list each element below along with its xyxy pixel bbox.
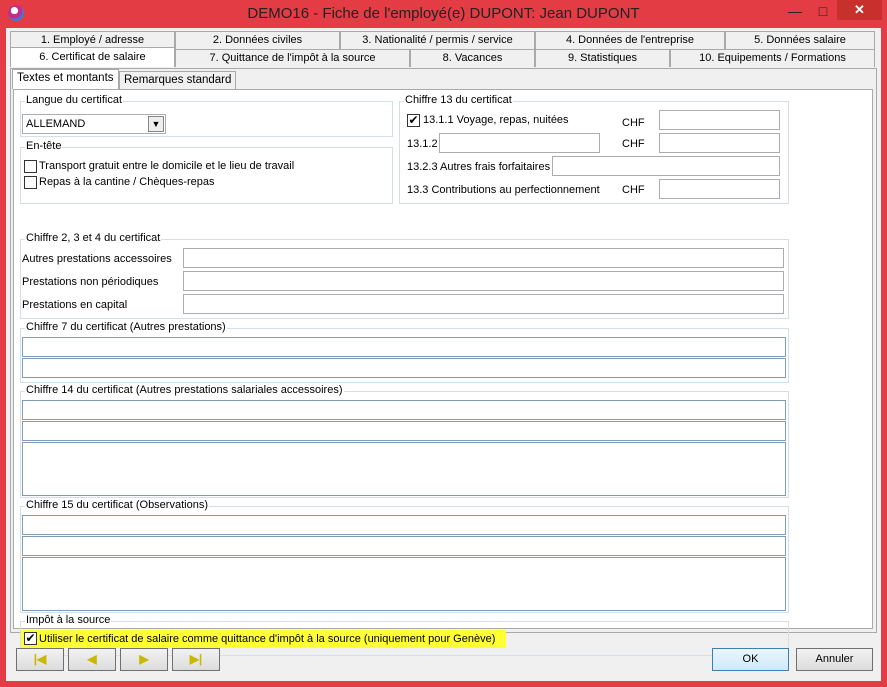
prestations-capital-label: Prestations en capital	[22, 299, 128, 311]
subtab-pane: Langue du certificat ALLEMAND ▼ En-tête …	[13, 89, 873, 656]
chiffre13-r1-checkbox[interactable]: ✔	[407, 114, 420, 127]
prestations-capital-input[interactable]	[183, 294, 784, 314]
chiffre13-r1-label: 13.1.1 Voyage, repas, nuitées	[423, 114, 569, 126]
impot-option-label: Utiliser le certificat de salaire comme …	[39, 633, 496, 645]
langue-value: ALLEMAND	[26, 118, 86, 130]
tab-vacances[interactable]: 8. Vacances	[410, 49, 535, 67]
group-chiffre234: Chiffre 2, 3 et 4 du certificat Autres p…	[20, 232, 789, 319]
subtab-textes-montants[interactable]: Textes et montants	[12, 69, 119, 89]
chiffre14-label: Chiffre 14 du certificat (Autres prestat…	[25, 384, 344, 396]
chiffre13-r3-label: 13.2.3 Autres frais forfaitaires	[407, 161, 551, 173]
group-chiffre13: Chiffre 13 du certificat ✔ 13.1.1 Voyage…	[399, 94, 789, 204]
tab-donnees-salaire[interactable]: 5. Données salaire	[725, 31, 875, 49]
title-bar: DEMO16 - Fiche de l'employé(e) DUPONT: J…	[0, 0, 887, 28]
prestations-non-periodiques-label: Prestations non périodiques	[22, 276, 159, 288]
chiffre14-line2[interactable]	[22, 421, 786, 441]
impot-checkbox[interactable]: ✔	[24, 632, 37, 645]
chiffre13-r2-label: 13.1.2	[407, 138, 438, 150]
subtab-remarques[interactable]: Remarques standard	[119, 71, 237, 89]
chiffre15-line2[interactable]	[22, 536, 786, 556]
group-chiffre14: Chiffre 14 du certificat (Autres prestat…	[20, 384, 789, 498]
chf-label-2: CHF	[622, 138, 645, 150]
tab-quittance-impot[interactable]: 7. Quittance de l'impôt à la source	[175, 49, 410, 67]
chevron-down-icon[interactable]: ▼	[148, 116, 164, 132]
tab-row-2: 6. Certificat de salaire 7. Quittance de…	[10, 47, 875, 67]
entete-repas-label: Repas à la cantine / Chèques-repas	[39, 176, 215, 188]
chiffre13-label: Chiffre 13 du certificat	[404, 94, 513, 106]
chiffre13-r3-text[interactable]	[552, 156, 780, 176]
dialog-client: 1. Employé / adresse 2. Données civiles …	[6, 28, 881, 681]
chiffre15-text[interactable]	[22, 557, 786, 611]
tab-statistiques[interactable]: 9. Statistiques	[535, 49, 670, 67]
chiffre13-r2-text[interactable]	[439, 133, 600, 153]
autres-prestations-input[interactable]	[183, 248, 784, 268]
tab-donnees-entreprise[interactable]: 4. Données de l'entreprise	[535, 31, 725, 49]
tab-donnees-civiles[interactable]: 2. Données civiles	[175, 31, 340, 49]
chiffre13-r4-amount[interactable]	[659, 179, 780, 199]
group-langue: Langue du certificat ALLEMAND ▼	[20, 94, 393, 137]
tab-nationalite[interactable]: 3. Nationalité / permis / service	[340, 31, 535, 49]
chiffre13-r4-label: 13.3 Contributions au perfectionnement	[407, 184, 600, 196]
cancel-button[interactable]: Annuler	[796, 648, 873, 671]
langue-label: Langue du certificat	[25, 94, 124, 106]
autres-prestations-label: Autres prestations accessoires	[22, 253, 172, 265]
prestations-non-periodiques-input[interactable]	[183, 271, 784, 291]
last-icon: ▶|	[189, 652, 203, 666]
previous-record-button[interactable]: ◀	[68, 648, 116, 671]
chf-label-4: CHF	[622, 184, 645, 196]
minimize-button[interactable]: —	[781, 2, 809, 20]
previous-icon: ◀	[87, 652, 97, 666]
langue-select[interactable]: ALLEMAND ▼	[22, 114, 166, 134]
impot-label: Impôt à la source	[25, 614, 112, 626]
chiffre7-line1[interactable]	[22, 337, 786, 357]
chiffre13-r1-amount[interactable]	[659, 110, 780, 130]
chiffre15-line1[interactable]	[22, 515, 786, 535]
ok-button[interactable]: OK	[712, 648, 789, 671]
next-record-button[interactable]: ▶	[120, 648, 168, 671]
next-icon: ▶	[139, 652, 149, 666]
chiffre7-line2[interactable]	[22, 358, 786, 378]
chiffre13-r2-amount[interactable]	[659, 133, 780, 153]
chiffre14-line1[interactable]	[22, 400, 786, 420]
entete-transport-checkbox[interactable]	[24, 160, 37, 173]
chiffre7-label: Chiffre 7 du certificat (Autres prestati…	[25, 321, 227, 333]
entete-transport-label: Transport gratuit entre le domicile et l…	[39, 160, 295, 172]
tab-equipements[interactable]: 10. Equipements / Formations	[670, 49, 875, 67]
close-button[interactable]: ✕	[837, 0, 882, 20]
tab-certificat-salaire[interactable]: 6. Certificat de salaire	[10, 47, 175, 67]
first-record-button[interactable]: |◀	[16, 648, 64, 671]
maximize-button[interactable]: □	[809, 2, 837, 20]
first-icon: |◀	[33, 652, 47, 666]
group-entete: En-tête Transport gratuit entre le domic…	[20, 140, 393, 204]
group-chiffre15: Chiffre 15 du certificat (Observations)	[20, 499, 789, 613]
chiffre14-text[interactable]	[22, 442, 786, 496]
chf-label-1: CHF	[622, 117, 645, 129]
last-record-button[interactable]: ▶|	[172, 648, 220, 671]
group-chiffre7: Chiffre 7 du certificat (Autres prestati…	[20, 321, 789, 383]
app-window: DEMO16 - Fiche de l'employé(e) DUPONT: J…	[0, 0, 887, 687]
window-title: DEMO16 - Fiche de l'employé(e) DUPONT: J…	[247, 5, 640, 22]
entete-label: En-tête	[25, 140, 63, 152]
entete-repas-checkbox[interactable]	[24, 176, 37, 189]
chiffre15-label: Chiffre 15 du certificat (Observations)	[25, 499, 209, 511]
chiffre234-label: Chiffre 2, 3 et 4 du certificat	[25, 232, 162, 244]
